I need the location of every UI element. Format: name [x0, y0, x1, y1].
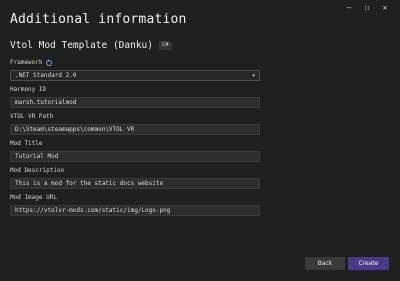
- mod-image-url-value: https://vtolvr-mods.com/static/img/Logo.…: [15, 207, 171, 214]
- close-icon[interactable]: ✕: [376, 2, 394, 14]
- vtol-path-label: VTOL VR Path: [10, 113, 53, 120]
- framework-label-text: Framework: [10, 59, 43, 66]
- back-button[interactable]: Back: [305, 257, 345, 270]
- mod-title-label-text: Mod Title: [10, 140, 43, 147]
- template-name: Vtol Mod Template (Danku): [10, 40, 153, 51]
- mod-image-url-input[interactable]: https://vtolvr-mods.com/static/img/Logo.…: [10, 205, 260, 216]
- mod-title-input[interactable]: Tutorial Mod: [10, 151, 260, 162]
- mod-title-value: Tutorial Mod: [15, 153, 59, 160]
- vtol-path-input[interactable]: D:\Steam\steamapps\common\VTOL VR: [10, 124, 260, 135]
- mod-title-label: Mod Title: [10, 140, 43, 147]
- mod-description-label-text: Mod Description: [10, 167, 65, 174]
- maximize-icon[interactable]: ☐: [358, 2, 376, 14]
- harmony-id-input[interactable]: marsh.tutorialmod: [10, 97, 260, 108]
- framework-value: .NET Standard 2.0: [15, 72, 77, 79]
- mod-description-label: Mod Description: [10, 167, 64, 174]
- harmony-id-value: marsh.tutorialmod: [15, 99, 77, 106]
- page-title: Additional information: [10, 12, 187, 27]
- template-header: Vtol Mod Template (Danku) C#: [10, 40, 172, 51]
- vtol-path-value: D:\Steam\steamapps\common\VTOL VR: [15, 126, 135, 133]
- create-button[interactable]: Create: [348, 257, 389, 270]
- framework-select[interactable]: .NET Standard 2.0 ▾: [10, 70, 260, 81]
- info-icon[interactable]: i: [45, 59, 52, 66]
- vtol-path-label-text: VTOL VR Path: [10, 113, 54, 120]
- harmony-id-label: Harmony ID: [10, 86, 46, 93]
- mod-description-value: This is a mod for the static docs websit…: [15, 180, 164, 187]
- mod-image-url-label: Mod Image URL: [10, 194, 57, 201]
- window-controls: — ☐ ✕: [340, 2, 394, 14]
- minimize-icon[interactable]: —: [340, 2, 358, 14]
- framework-label: Framework i: [10, 59, 52, 66]
- harmony-id-label-text: Harmony ID: [10, 86, 47, 93]
- mod-image-url-label-text: Mod Image URL: [10, 194, 57, 201]
- language-tag: C#: [159, 41, 172, 50]
- chevron-down-icon: ▾: [252, 72, 255, 79]
- mod-description-input[interactable]: This is a mod for the static docs websit…: [10, 178, 260, 189]
